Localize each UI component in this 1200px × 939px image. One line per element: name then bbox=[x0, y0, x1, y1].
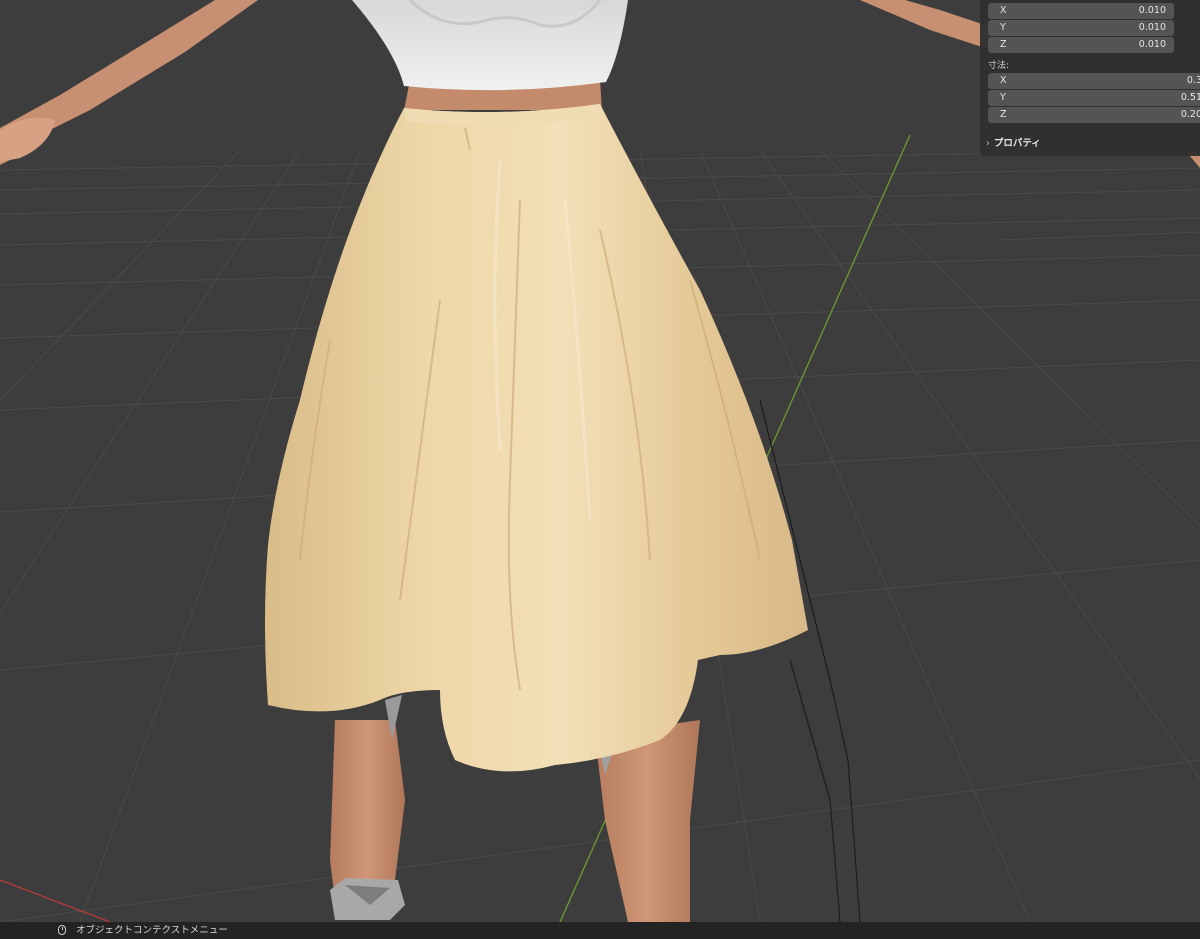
dimensions-label: 寸法: bbox=[988, 61, 1010, 71]
scale-y-field[interactable]: Y 0.010 bbox=[988, 20, 1174, 36]
scale-z-field[interactable]: Z 0.010 bbox=[988, 37, 1174, 53]
mouse-right-click-icon bbox=[58, 925, 66, 935]
scale-y-value: 0.010 bbox=[1138, 22, 1166, 33]
dimension-x-value: 0.3 bbox=[1186, 75, 1200, 86]
left-arm bbox=[0, 0, 258, 165]
chevron-right-icon: › bbox=[986, 138, 990, 149]
scale-z-value: 0.010 bbox=[1138, 39, 1166, 50]
dimension-z-value: 0.20 bbox=[1180, 109, 1200, 120]
scale-x-value: 0.010 bbox=[1138, 5, 1166, 16]
n-panel-sidebar[interactable]: X 0.010 Y 0.010 Z 0.010 寸法: X 0.3 Y 0.51… bbox=[980, 0, 1200, 156]
scale-z-axis-label: Z bbox=[1000, 39, 1007, 50]
properties-subpanel-header[interactable]: › プロパティ bbox=[986, 135, 1041, 149]
scale-x-field[interactable]: X 0.010 bbox=[988, 3, 1174, 19]
dimension-y-field[interactable]: Y 0.51 bbox=[988, 90, 1200, 106]
dimension-y-axis-label: Y bbox=[1000, 92, 1006, 103]
status-bar: オブジェクトコンテクストメニュー bbox=[0, 922, 1200, 939]
scale-x-axis-label: X bbox=[1000, 5, 1007, 16]
x-axis-line bbox=[0, 879, 111, 922]
dimension-z-axis-label: Z bbox=[1000, 109, 1007, 120]
context-menu-hint: オブジェクトコンテクストメニュー bbox=[76, 925, 228, 936]
dimension-y-value: 0.51 bbox=[1180, 92, 1200, 103]
dimension-x-field[interactable]: X 0.3 bbox=[988, 73, 1200, 89]
scale-y-axis-label: Y bbox=[1000, 22, 1006, 33]
properties-label: プロパティ bbox=[993, 138, 1041, 149]
dimension-z-field[interactable]: Z 0.20 bbox=[988, 107, 1200, 123]
dimension-x-axis-label: X bbox=[1000, 75, 1007, 86]
skirt bbox=[265, 104, 808, 772]
left-leg bbox=[330, 720, 405, 900]
